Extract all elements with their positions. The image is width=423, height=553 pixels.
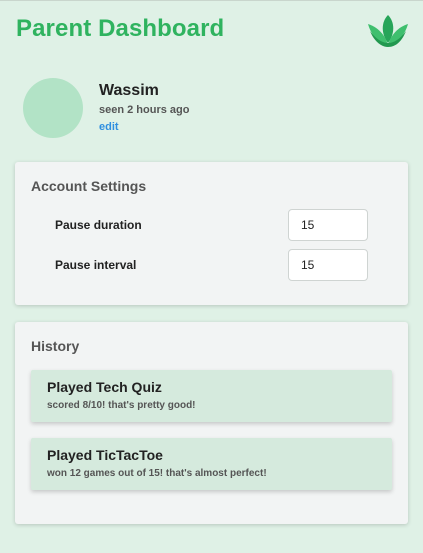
pause-interval-label: Pause interval [55, 258, 137, 272]
history-item: Played Tech Quiz scored 8/10! that's pre… [31, 370, 392, 422]
history-item-title: Played TicTacToe [47, 447, 163, 463]
history-item-title: Played Tech Quiz [47, 379, 162, 395]
account-settings-card: Account Settings Pause duration Pause in… [15, 162, 408, 305]
history-card: History Played Tech Quiz scored 8/10! th… [15, 322, 408, 524]
lotus-icon [368, 15, 408, 47]
avatar [23, 78, 83, 138]
history-item-description: won 12 games out of 15! that's almost pe… [47, 468, 267, 479]
history-title: History [31, 338, 80, 354]
pause-interval-row: Pause interval [15, 249, 408, 281]
edit-profile-link[interactable]: edit [99, 121, 119, 133]
pause-duration-input[interactable] [288, 209, 368, 241]
history-item: Played TicTacToe won 12 games out of 15!… [31, 438, 392, 490]
page-title: Parent Dashboard [16, 15, 225, 42]
pause-duration-row: Pause duration [15, 209, 408, 241]
profile-section: Wassim seen 2 hours ago edit [0, 71, 423, 151]
header: Parent Dashboard [0, 1, 423, 61]
last-seen-text: seen 2 hours ago [99, 104, 190, 116]
account-settings-title: Account Settings [31, 178, 147, 194]
profile-name: Wassim [99, 82, 159, 99]
pause-interval-input[interactable] [288, 249, 368, 281]
history-item-description: scored 8/10! that's pretty good! [47, 400, 196, 411]
pause-duration-label: Pause duration [55, 218, 142, 232]
